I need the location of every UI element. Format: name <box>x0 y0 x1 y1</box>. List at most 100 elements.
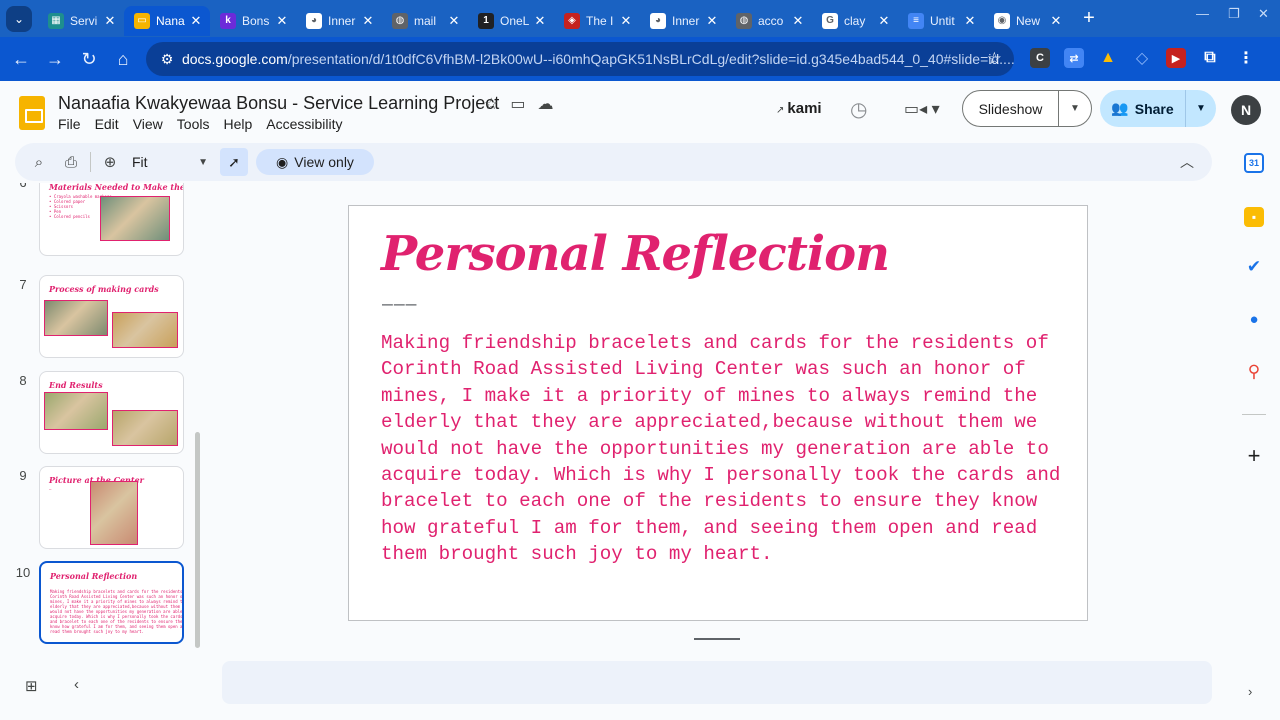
restore-icon[interactable]: ❐ <box>1228 6 1240 22</box>
filmstrip-scrollbar[interactable] <box>195 432 200 648</box>
tab-close-icon[interactable]: ✕ <box>446 13 462 29</box>
tab-close-icon[interactable]: ✕ <box>102 13 118 29</box>
tab-close-icon[interactable]: ✕ <box>274 13 290 29</box>
slide-canvas[interactable]: Personal Reflection ——— Making friendshi… <box>348 205 1088 621</box>
browser-tab[interactable]: ◈ The I ✕ <box>554 6 640 36</box>
browser-tab[interactable]: ▭ Nana ✕ <box>124 5 210 36</box>
menu-item-view[interactable]: View <box>133 116 163 132</box>
select-pointer-icon[interactable]: ➚ <box>220 148 248 176</box>
tab-close-icon[interactable]: ✕ <box>618 13 634 29</box>
collapse-filmstrip-chevron-icon[interactable]: ‹ <box>74 676 79 693</box>
browser-tab[interactable]: 1 OneL ✕ <box>468 6 554 36</box>
calendar-icon[interactable]: 31 <box>1244 153 1264 173</box>
search-menus-icon[interactable]: ⌕ <box>23 154 55 171</box>
browser-tab[interactable]: Gclay ✕ <box>812 6 898 36</box>
share-button[interactable]: 👥 Share ▼ <box>1100 90 1216 127</box>
menu-item-accessibility[interactable]: Accessibility <box>266 116 342 132</box>
site-info-icon[interactable]: ⚙ <box>152 51 182 68</box>
tab-close-icon[interactable]: ✕ <box>1048 13 1064 29</box>
extension-video-icon[interactable]: ▶ <box>1166 48 1186 68</box>
notes-resize-handle[interactable] <box>694 638 740 640</box>
reload-icon[interactable]: ↻ <box>72 42 106 76</box>
maps-icon[interactable]: ⚲ <box>1244 362 1264 382</box>
back-icon[interactable]: ← <box>4 42 38 76</box>
browser-tab[interactable]: ≡ Untit ✕ <box>898 6 984 36</box>
menu-item-help[interactable]: Help <box>223 116 252 132</box>
speaker-notes-area[interactable] <box>222 661 1212 704</box>
zoom-select[interactable]: Fit ▼ <box>126 154 216 170</box>
account-avatar[interactable]: N <box>1231 95 1261 125</box>
get-addons-plus-icon[interactable]: + <box>1244 443 1264 469</box>
slide-thumbnail[interactable]: Picture at the Center — <box>39 466 184 549</box>
contacts-icon[interactable]: ● <box>1244 309 1264 329</box>
cloud-status-icon[interactable]: ☁ <box>537 94 553 114</box>
tab-close-icon[interactable]: ✕ <box>360 13 376 29</box>
browser-tab[interactable]: ◕ Inner ✕ <box>296 6 382 36</box>
browser-tab[interactable]: ◍ mail ✕ <box>382 6 468 36</box>
slide-thumbnail[interactable]: Materials Needed to Make the Cards• Cray… <box>39 183 184 256</box>
slide-thumbnail[interactable]: End Results <box>39 371 184 454</box>
bookmark-star-icon[interactable]: ☆ <box>987 49 1002 69</box>
tab-close-icon[interactable]: ✕ <box>790 13 806 29</box>
browser-tab[interactable]: ◉ New ✕ <box>984 6 1070 36</box>
star-icon[interactable]: ☆ <box>484 94 498 114</box>
toolbar-divider <box>90 152 91 172</box>
slide-thumbnail[interactable]: Personal Reflection Making friendship bra… <box>39 561 184 644</box>
eye-icon: ◉ <box>276 153 289 170</box>
document-title[interactable]: Nanaafia Kwakyewaa Bonsu - Service Learn… <box>58 93 499 114</box>
minimize-icon[interactable]: — <box>1196 6 1209 21</box>
tab-title: New <box>1016 13 1041 28</box>
forward-icon[interactable]: → <box>38 42 72 76</box>
browser-tab[interactable]: ◍ acco ✕ <box>726 6 812 36</box>
print-icon[interactable]: ⎙ <box>55 154 87 171</box>
meet-camera-icon[interactable]: ▭◂ ▾ <box>904 99 940 119</box>
view-only-button[interactable]: ◉ View only <box>256 149 374 175</box>
slides-logo-icon[interactable] <box>19 96 45 130</box>
browser-menu-icon[interactable]: ⋮ <box>1236 48 1256 68</box>
keep-icon[interactable]: ▪ <box>1244 207 1264 227</box>
folder-icon[interactable]: ▭ <box>510 94 525 114</box>
menu-item-edit[interactable]: Edit <box>95 116 119 132</box>
slideshow-label[interactable]: Slideshow <box>963 91 1059 126</box>
tab-close-icon[interactable]: ✕ <box>704 13 720 29</box>
zoom-icon[interactable]: ⊕ <box>94 153 126 171</box>
show-side-panel-chevron-icon[interactable]: › <box>1248 684 1252 699</box>
new-tab-button[interactable]: + <box>1076 6 1102 32</box>
thumbnail-photo <box>100 196 170 241</box>
tasks-icon[interactable]: ✔ <box>1244 257 1264 277</box>
browser-tab[interactable]: k Bons ✕ <box>210 6 296 36</box>
shield-icon[interactable]: ◇ <box>1132 48 1152 68</box>
zoom-chevron-icon: ▼ <box>198 156 208 168</box>
kami-button[interactable]: ↗ kami <box>776 100 822 117</box>
thumbnail-title: Process of making cards <box>49 284 159 294</box>
extensions-puzzle-icon[interactable]: ⧉ <box>1200 48 1220 68</box>
tab-search-button[interactable]: ⌄ <box>6 5 32 32</box>
url-host: docs.google.com <box>181 51 288 67</box>
tab-close-icon[interactable]: ✕ <box>532 13 548 29</box>
version-history-icon[interactable]: ◷ <box>850 97 867 122</box>
browser-tab[interactable]: ◕ Inner ✕ <box>640 6 726 36</box>
browser-tab[interactable]: ▦ Servi ✕ <box>38 6 124 36</box>
tab-close-icon[interactable]: ✕ <box>876 13 892 29</box>
extension-c-icon[interactable]: C <box>1030 48 1050 68</box>
address-bar[interactable]: ⚙ docs.google.com /presentation/d/1t0dfC… <box>146 42 1014 76</box>
extension-translate-icon[interactable]: ⇄ <box>1064 48 1084 68</box>
side-panel: 31 ▪ ✔ ● ⚲ + › <box>1228 143 1280 720</box>
slide-thumbnail[interactable]: Process of making cards <box>39 275 184 358</box>
thumbnail-photo <box>44 392 108 430</box>
share-options-chevron-icon[interactable]: ▼ <box>1186 103 1216 114</box>
menu-item-tools[interactable]: Tools <box>177 116 210 132</box>
collapse-toolbar-chevron-icon[interactable]: ︿ <box>1180 152 1194 172</box>
tab-close-icon[interactable]: ✕ <box>188 13 204 29</box>
home-icon[interactable]: ⌂ <box>106 42 140 76</box>
thumbnail-text: — <box>49 487 52 492</box>
slideshow-button[interactable]: Slideshow ▼ <box>962 90 1092 127</box>
tab-title: acco <box>758 13 784 28</box>
google-drive-icon[interactable]: ▲ <box>1098 48 1118 68</box>
tab-close-icon[interactable]: ✕ <box>962 13 978 29</box>
menu-item-file[interactable]: File <box>58 116 81 132</box>
slideshow-options-chevron-icon[interactable]: ▼ <box>1059 103 1091 114</box>
close-window-icon[interactable]: ✕ <box>1258 6 1269 22</box>
grid-view-icon[interactable]: ⊞ <box>25 677 38 695</box>
share-main[interactable]: 👥 Share <box>1100 90 1186 127</box>
